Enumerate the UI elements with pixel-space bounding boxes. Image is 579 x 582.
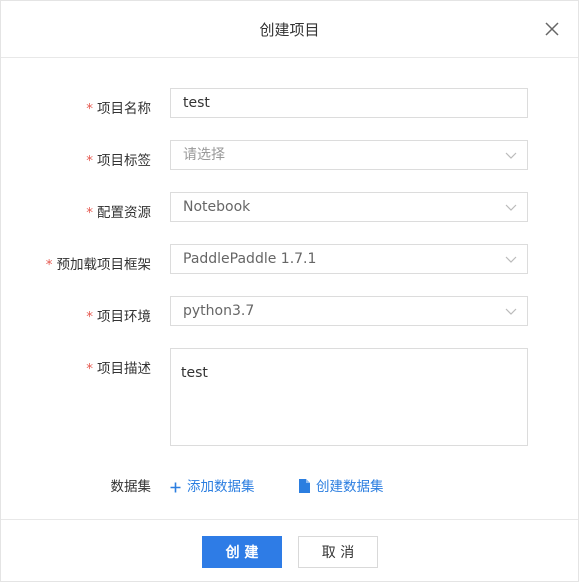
chevron-down-icon xyxy=(505,256,517,263)
create-dataset-link[interactable]: 创建数据集 xyxy=(299,475,384,497)
resource-value: Notebook xyxy=(183,199,251,215)
environment-label: * 项目环境 xyxy=(86,305,151,325)
dataset-row: 数据集 添加数据集 创建数据集 xyxy=(1,474,578,497)
tags-label: * 项目标签 xyxy=(86,149,151,169)
project-description-textarea[interactable]: test xyxy=(170,348,528,446)
required-mark: * xyxy=(86,101,93,117)
dataset-label: 数据集 xyxy=(110,479,152,495)
required-mark: * xyxy=(86,153,93,169)
close-icon[interactable] xyxy=(544,21,560,37)
add-dataset-label: 添加数据集 xyxy=(187,479,255,495)
framework-value: PaddlePaddle 1.7.1 xyxy=(183,251,317,267)
environment-select[interactable]: python3.7 xyxy=(170,296,528,326)
required-mark: * xyxy=(45,257,53,273)
create-project-dialog: 创建项目 *项目名称 *项目标签 请选择 *配置资源 Notebook xyxy=(0,0,579,582)
add-dataset-link[interactable]: 添加数据集 xyxy=(170,475,255,497)
required-mark: * xyxy=(86,361,93,377)
dialog-title: 创建项目 xyxy=(259,21,320,39)
required-mark: * xyxy=(86,205,93,221)
environment-value: python3.7 xyxy=(183,303,255,319)
file-icon xyxy=(299,479,310,497)
description-label-text: 项目描述 xyxy=(97,361,151,377)
framework-label-text: 预加载项目框架 xyxy=(56,257,152,273)
project-name-input[interactable] xyxy=(170,88,528,118)
create-button[interactable]: 创 建 xyxy=(202,536,282,568)
framework-select[interactable]: PaddlePaddle 1.7.1 xyxy=(170,244,528,274)
tags-label-text: 项目标签 xyxy=(97,153,151,169)
chevron-down-icon xyxy=(505,204,517,211)
description-label: * 项目描述 xyxy=(86,357,151,377)
plus-icon xyxy=(170,481,181,497)
tags-placeholder: 请选择 xyxy=(183,147,225,163)
name-label-text: 项目名称 xyxy=(97,101,151,117)
chevron-down-icon xyxy=(505,308,517,315)
required-mark: * xyxy=(86,309,93,325)
resource-label: * 配置资源 xyxy=(86,201,151,221)
cancel-button[interactable]: 取 消 xyxy=(298,536,378,568)
environment-label-text: 项目环境 xyxy=(97,309,151,325)
name-label: * 项目名称 xyxy=(86,97,151,117)
framework-label: * 预加载项目框架 xyxy=(46,253,151,273)
dialog-footer: 创 建 取 消 xyxy=(1,519,578,582)
create-dataset-label: 创建数据集 xyxy=(316,479,384,495)
dialog-header: 创建项目 xyxy=(1,1,578,58)
chevron-down-icon xyxy=(505,152,517,159)
project-tags-select[interactable]: 请选择 xyxy=(170,140,528,170)
resource-label-text: 配置资源 xyxy=(97,205,151,221)
resource-select[interactable]: Notebook xyxy=(170,192,528,222)
